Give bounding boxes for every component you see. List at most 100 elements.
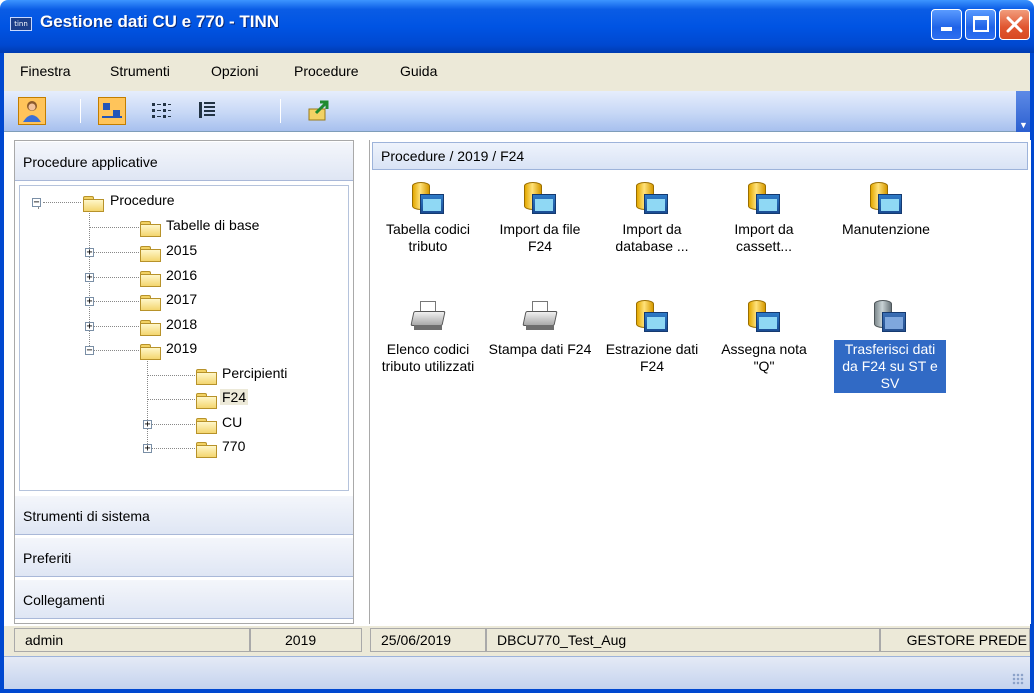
maximize-icon: [973, 16, 989, 32]
tree-connector: [43, 202, 81, 203]
breadcrumb-path: Procedure / 2019 / F24: [381, 148, 525, 164]
tree-node-label: 2015: [166, 242, 198, 258]
window-frame-left: [0, 53, 4, 693]
tree-node-label: 770: [222, 438, 246, 454]
tree-connector: [152, 424, 195, 425]
export-icon: [308, 100, 329, 121]
menu-procedure[interactable]: Procedure: [294, 63, 359, 79]
large-icons-view-icon: [102, 103, 122, 118]
item-label: Import da database ...: [615, 221, 689, 254]
tree-connector: [94, 252, 139, 253]
export-button[interactable]: [306, 97, 334, 125]
procedure-tree: − Procedure Tabelle di base + 2015 + 201…: [19, 185, 349, 491]
item-elenco-codici-tributo-utilizzati[interactable]: Elenco codici tributo utilizzati: [372, 300, 484, 376]
expand-icon[interactable]: +: [143, 444, 152, 454]
folder-open-icon: [195, 392, 217, 409]
collapse-icon[interactable]: −: [85, 346, 94, 356]
expand-icon[interactable]: +: [85, 248, 94, 258]
tree-connector: [89, 227, 139, 228]
menu-guida[interactable]: Guida: [400, 63, 437, 79]
folder-icon: [195, 417, 217, 434]
group-label: Procedure applicative: [23, 154, 158, 170]
expand-icon[interactable]: +: [85, 297, 94, 307]
tree-node-label-selected: F24: [220, 389, 249, 405]
item-label: Manutenzione: [842, 221, 930, 237]
procedures-content-panel: Procedure / 2019 / F24 Tabella codici tr…: [369, 140, 1031, 624]
item-assegna-nota-q[interactable]: Assegna nota "Q": [708, 300, 820, 376]
item-label: Import da file F24: [499, 221, 581, 254]
details-view-button[interactable]: [194, 97, 222, 125]
chevron-down-icon: ▼: [1019, 120, 1028, 130]
user-button[interactable]: [18, 97, 46, 125]
toolbar-separator: [280, 99, 281, 123]
item-label: Assegna nota "Q": [721, 341, 807, 374]
status-year: 2019: [250, 628, 362, 652]
app-logo-icon: tinn: [10, 17, 32, 31]
list-view-button[interactable]: [148, 97, 176, 125]
tree-connector: [94, 277, 139, 278]
tree-node-label: Percipienti: [222, 365, 288, 381]
details-view-icon: [199, 102, 215, 118]
menu-bar: Finestra Strumenti Opzioni Procedure Gui…: [0, 53, 1034, 91]
expand-icon[interactable]: +: [143, 420, 152, 430]
minimize-icon: [941, 27, 952, 31]
database-transfer-icon: [874, 300, 906, 334]
item-label-selected: Trasferisci dati da F24 su ST e SV: [834, 340, 946, 393]
item-trasferisci-dati-f24[interactable]: Trasferisci dati da F24 su ST e SV: [834, 300, 946, 393]
menu-strumenti[interactable]: Strumenti: [110, 63, 170, 79]
item-estrazione-dati-f24[interactable]: Estrazione dati F24: [596, 300, 708, 376]
menu-opzioni[interactable]: Opzioni: [211, 63, 258, 79]
left-navigation-panel: Procedure applicative − Procedure Tabell…: [14, 140, 354, 624]
window-frame-bottom: [0, 689, 1034, 693]
resize-grip-icon[interactable]: [1012, 673, 1024, 685]
folder-icon: [195, 441, 217, 458]
expand-icon[interactable]: +: [85, 273, 94, 283]
group-strumenti-di-sistema[interactable]: Strumenti di sistema: [15, 495, 353, 535]
group-label: Collegamenti: [23, 592, 105, 608]
item-label: Tabella codici tributo: [385, 221, 471, 254]
database-window-icon: [870, 182, 902, 216]
item-import-da-database[interactable]: Import da database ...: [596, 182, 708, 256]
status-database: DBCU770_Test_Aug: [486, 628, 880, 652]
group-preferiti[interactable]: Preferiti: [15, 537, 353, 577]
status-role: GESTORE PREDE: [880, 628, 1030, 652]
window-title: Gestione dati CU e 770 - TINN: [40, 12, 279, 31]
folder-icon: [139, 245, 161, 262]
database-window-icon: [412, 182, 444, 216]
menu-finestra[interactable]: Finestra: [20, 63, 71, 79]
group-collegamenti[interactable]: Collegamenti: [15, 579, 353, 619]
folder-icon: [139, 319, 161, 336]
item-stampa-dati-f24[interactable]: Stampa dati F24: [484, 300, 596, 359]
tree-connector: [94, 326, 139, 327]
title-bar[interactable]: tinn Gestione dati CU e 770 - TINN: [0, 0, 1034, 53]
database-window-icon: [636, 182, 668, 216]
group-label: Preferiti: [23, 550, 72, 566]
maximize-button[interactable]: [965, 9, 996, 40]
tree-node-label: Tabelle di base: [166, 217, 260, 233]
item-tabella-codici-tributo[interactable]: Tabella codici tributo: [372, 182, 484, 256]
status-bar: admin 2019 25/06/2019 DBCU770_Test_Aug G…: [4, 626, 1030, 656]
large-icons-view-button[interactable]: [98, 97, 126, 125]
tree-connector: [147, 356, 148, 446]
item-label: Estrazione dati F24: [605, 341, 699, 374]
tree-connector: [152, 448, 195, 449]
list-view-icon: [152, 103, 171, 118]
toolbar-overflow-button[interactable]: ▼: [1016, 91, 1030, 132]
group-procedure-applicative[interactable]: Procedure applicative: [15, 141, 353, 181]
item-import-da-cassetto[interactable]: Import da cassett...: [708, 182, 820, 256]
item-label: Elenco codici tributo utilizzati: [381, 341, 475, 374]
close-button[interactable]: [999, 9, 1030, 40]
minimize-button[interactable]: [931, 9, 962, 40]
expand-icon[interactable]: +: [85, 322, 94, 332]
item-manutenzione[interactable]: Manutenzione: [830, 182, 942, 239]
printer-icon: [410, 300, 446, 332]
status-user: admin: [14, 628, 250, 652]
collapse-icon[interactable]: −: [32, 198, 41, 208]
user-icon: [23, 101, 41, 122]
item-import-da-file-f24[interactable]: Import da file F24: [484, 182, 596, 256]
item-label: Stampa dati F24: [488, 341, 592, 357]
tree-connector: [147, 399, 195, 400]
breadcrumb: Procedure / 2019 / F24: [372, 142, 1028, 170]
folder-icon: [139, 220, 161, 237]
tree-node-label: Procedure: [110, 192, 175, 208]
